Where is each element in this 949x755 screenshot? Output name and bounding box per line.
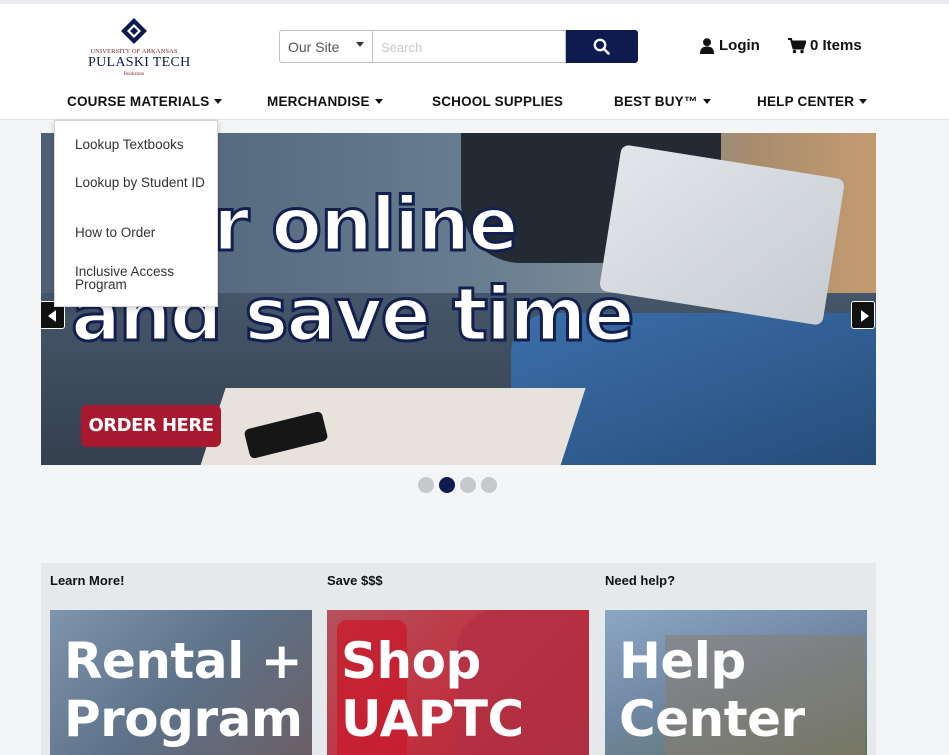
hero-headline-line1: r online [212, 182, 520, 268]
nav-label: BEST BUY™ [614, 94, 698, 109]
caret-down-icon [702, 99, 711, 104]
course-materials-dropdown: Lookup Textbooks Lookup by Student ID Ho… [54, 120, 218, 307]
promo-label-need-help: Need help? [605, 573, 676, 588]
dropdown-item-inclusive-access[interactable]: Inclusive Access Program [75, 265, 210, 292]
caret-down-icon [374, 99, 383, 104]
caret-down-icon [214, 99, 223, 104]
nav-label: SCHOOL SUPPLIES [432, 94, 564, 109]
search-button[interactable] [566, 30, 638, 63]
caret-down-icon [859, 99, 868, 104]
promo-card-shop-uaptc[interactable]: Shop UAPTC [327, 610, 589, 755]
order-here-button[interactable]: ORDER HERE [81, 405, 221, 447]
dropdown-item-lookup-textbooks[interactable]: Lookup Textbooks [75, 138, 210, 152]
site-header: UNIVERSITY OF ARKANSAS PULASKI TECH Book… [0, 0, 949, 120]
cart-label: 0 Items [810, 37, 862, 54]
promo-card-rental-program[interactable]: Rental + Program [50, 610, 312, 755]
promo-section: Learn More! Save $$$ Need help? Rental +… [41, 563, 876, 755]
caret-down-icon [356, 42, 364, 47]
search-placeholder: Search [381, 40, 423, 55]
promo-card-title-line2: Program [64, 690, 303, 748]
logo-diamond-icon [121, 18, 147, 44]
promo-card-title: Shop UAPTC [341, 632, 524, 748]
nav-course-materials[interactable]: COURSE MATERIALS [67, 94, 223, 109]
search-scope-select[interactable]: Our Site [279, 30, 373, 63]
chevron-right-icon [861, 310, 869, 322]
promo-card-title-line2: Center [619, 690, 805, 748]
logo-university-text: UNIVERSITY OF ARKANSAS [90, 48, 178, 55]
user-icon [700, 37, 714, 54]
promo-card-help-center[interactable]: Help Center [605, 610, 867, 755]
logo-bookstore-text: Bookstore [123, 72, 145, 77]
promo-card-title-line1: Rental + [64, 632, 303, 690]
nav-label: COURSE MATERIALS [67, 94, 210, 109]
site-logo[interactable]: UNIVERSITY OF ARKANSAS PULASKI TECH Book… [88, 18, 191, 80]
logo-school-text: PULASKI TECH [88, 55, 191, 70]
nav-school-supplies[interactable]: SCHOOL SUPPLIES [432, 94, 563, 109]
carousel-dot-1[interactable] [418, 477, 434, 493]
carousel-indicators [418, 477, 502, 493]
dropdown-item-lookup-student-id[interactable]: Lookup by Student ID [75, 176, 210, 190]
nav-help-center[interactable]: HELP CENTER [757, 94, 868, 109]
carousel-dot-3[interactable] [460, 477, 476, 493]
search-scope-value: Our Site [288, 39, 340, 55]
promo-label-learn-more: Learn More! [50, 573, 125, 588]
nav-merchandise[interactable]: MERCHANDISE [267, 94, 383, 109]
promo-card-title-line2: UAPTC [341, 690, 524, 748]
promo-card-title: Help Center [619, 632, 805, 748]
cart-link[interactable]: 0 Items [788, 37, 862, 54]
promo-card-title: Rental + Program [64, 632, 303, 748]
carousel-dot-2[interactable] [439, 477, 455, 493]
search-input[interactable]: Search [373, 30, 566, 63]
promo-label-save: Save $$$ [327, 573, 383, 588]
nav-label: HELP CENTER [757, 94, 855, 109]
carousel-dot-4[interactable] [481, 477, 497, 493]
login-link[interactable]: Login [700, 37, 760, 54]
cart-icon [788, 37, 806, 53]
search-icon [593, 38, 610, 55]
promo-card-title-line1: Shop [341, 632, 481, 690]
dropdown-item-how-to-order[interactable]: How to Order [75, 226, 210, 240]
carousel-next-button[interactable] [851, 301, 875, 329]
chevron-left-icon [48, 310, 56, 322]
nav-best-buy[interactable]: BEST BUY™ [614, 94, 711, 109]
login-label: Login [719, 37, 760, 54]
promo-card-title-line1: Help [619, 632, 746, 690]
nav-label: MERCHANDISE [267, 94, 370, 109]
